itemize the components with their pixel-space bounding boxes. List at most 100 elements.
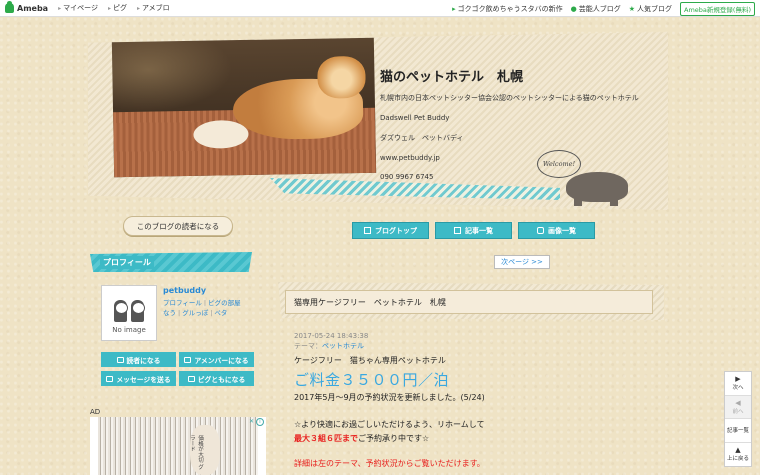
back-to-top-label: 上に戻る bbox=[726, 456, 749, 463]
amember-button[interactable]: アメンバーになる bbox=[179, 352, 254, 367]
peta-link[interactable]: ペタ bbox=[214, 309, 227, 317]
article-line-5: 詳細は左のテーマ、予約状況からご覧いただけます。 bbox=[294, 459, 485, 468]
header-text: 猫のペットホテル 札幌 札幌市内の日本ペットシッター協会公認のペットシッターによ… bbox=[380, 66, 660, 192]
prev-entry-button[interactable]: ◀ 前へ bbox=[725, 395, 751, 419]
photo-cat-head bbox=[317, 55, 366, 99]
star-icon: ★ bbox=[628, 5, 636, 13]
ameba-logo-icon bbox=[5, 1, 14, 13]
ameba-logo[interactable]: Ameba bbox=[5, 1, 49, 13]
article-line-4: 最大３組６匹までご予約承り中です☆ bbox=[294, 433, 714, 444]
separator: | bbox=[210, 309, 213, 317]
pigg-friend-label: ピグともになる bbox=[197, 375, 246, 384]
blog-nav-buttons: ブログトップ 記事一覧 画像一覧 bbox=[352, 222, 601, 239]
back-to-top-button[interactable]: ▲ 上に戻る bbox=[725, 443, 751, 466]
blog-title[interactable]: 猫のペットホテル 札幌 bbox=[380, 66, 660, 85]
article-line-2: 2017年5月〜9月の予約状況を更新しました。(5/24) bbox=[294, 393, 485, 402]
next-page-button[interactable]: 次ページ >> bbox=[494, 255, 550, 269]
theme-label: テーマ： bbox=[294, 342, 322, 350]
list-icon bbox=[454, 227, 461, 234]
ad-image-text: 価格が大切 グラード bbox=[189, 435, 203, 470]
page-tools: ▶ 次へ ◀ 前へ 記事一覧 ▲ 上に戻る bbox=[724, 371, 752, 467]
popular-blog-link[interactable]: ★ 人気ブログ bbox=[629, 4, 672, 14]
popular-blog-text: 人気ブログ bbox=[637, 5, 673, 13]
back-icon: ◀ bbox=[735, 398, 741, 407]
nav-pigg-link[interactable]: ピグ bbox=[108, 3, 127, 13]
entry-list-label: 記事一覧 bbox=[465, 226, 493, 235]
header-name-ja: ダズウェル ペットバディ bbox=[380, 134, 464, 142]
promo-text: ゴクゴク飲めちゃうスタバの新作 bbox=[457, 5, 563, 13]
article-price: ご料金３５００円／泊 bbox=[294, 371, 450, 389]
ameba-top-bar: Ameba マイページ ピグ アメブロ ▸ゴクゴク飲めちゃうスタバの新作 ●芸能… bbox=[0, 0, 760, 17]
article-line-4-red: 最大３組６匹まで bbox=[294, 434, 358, 443]
ad-image bbox=[98, 417, 258, 475]
hippo-illustration bbox=[566, 172, 628, 206]
become-reader-button[interactable]: このブログの読者になる bbox=[123, 216, 233, 236]
no-image-figures bbox=[112, 300, 146, 322]
entry-list-tool-button[interactable]: 記事一覧 bbox=[725, 419, 751, 443]
entry-list-tool-label: 記事一覧 bbox=[726, 428, 749, 435]
ad-banner[interactable]: 価格が大切 グラード ✕ i bbox=[90, 417, 266, 475]
send-message-button[interactable]: メッセージを送る bbox=[101, 371, 176, 386]
up-arrow-icon: ▲ bbox=[735, 446, 741, 455]
nav-ameblo-link[interactable]: アメブロ bbox=[137, 3, 170, 13]
pigg-icon bbox=[187, 375, 195, 382]
person-icon: ● bbox=[570, 5, 577, 13]
no-image-text: No image bbox=[112, 326, 146, 334]
celebrity-blog-link[interactable]: ● 芸能人ブログ bbox=[571, 4, 621, 14]
entry-list-button[interactable]: 記事一覧 bbox=[435, 222, 512, 239]
mail-icon bbox=[106, 375, 114, 382]
play-icon: ▶ bbox=[735, 375, 741, 384]
arrow-icon: ▸ bbox=[452, 5, 456, 13]
nav-mypage-link[interactable]: マイページ bbox=[58, 3, 98, 13]
header-name-en: Dadswell Pet Buddy bbox=[380, 114, 450, 122]
photo-light bbox=[111, 40, 234, 113]
ad-info-icon[interactable]: i bbox=[256, 418, 264, 426]
profile-heading: プロフィール bbox=[90, 252, 252, 272]
article-date: 2017-05-24 18:43:38 bbox=[294, 332, 369, 340]
image-list-button[interactable]: 画像一覧 bbox=[518, 222, 595, 239]
profile-avatar[interactable]: No image bbox=[101, 285, 157, 341]
next-entry-label: 次へ bbox=[732, 385, 744, 392]
separator: | bbox=[203, 299, 207, 307]
figure-icon bbox=[131, 300, 145, 322]
article-line-4-rest: ご予約承り中です☆ bbox=[358, 434, 430, 443]
next-entry-button[interactable]: ▶ 次へ bbox=[725, 372, 751, 396]
header-url: www.petbuddy.jp bbox=[380, 154, 440, 162]
profile-heading-text: プロフィール bbox=[100, 255, 154, 269]
ad-label: AD bbox=[90, 408, 101, 416]
image-list-label: 画像一覧 bbox=[548, 226, 576, 235]
article-body: ケージフリー 猫ちゃん専用ペットホテル ご料金３５００円／泊 2017年5月〜9… bbox=[294, 355, 714, 469]
header-cat-photo bbox=[111, 37, 377, 178]
profile-link[interactable]: プロフィール bbox=[163, 299, 202, 307]
separator: | bbox=[178, 309, 181, 317]
article-line-1: ケージフリー 猫ちゃん専用ペットホテル bbox=[294, 356, 446, 365]
pigg-friend-button[interactable]: ピグともになる bbox=[179, 371, 254, 386]
figure-icon bbox=[114, 300, 128, 322]
pigg-room-link[interactable]: ピグの部屋 bbox=[208, 299, 241, 307]
register-button[interactable]: Ameba新規登録(無料) bbox=[680, 2, 755, 16]
prev-entry-label: 前へ bbox=[732, 408, 744, 415]
now-link[interactable]: なう bbox=[163, 309, 176, 317]
article-meta: 2017-05-24 18:43:38 テーマ：ペットホテル bbox=[294, 331, 368, 351]
celebrity-blog-text: 芸能人ブログ bbox=[578, 5, 621, 13]
document-icon bbox=[364, 227, 371, 234]
logo-text: Ameba bbox=[17, 3, 49, 13]
promo-link[interactable]: ▸ ゴクゴク飲めちゃうスタバの新作 bbox=[452, 4, 563, 14]
theme-link[interactable]: ペットホテル bbox=[322, 342, 364, 350]
send-message-label: メッセージを送る bbox=[116, 375, 171, 384]
profile-links: プロフィール | ピグの部屋 なう | グルっぽ | ペタ bbox=[163, 298, 258, 318]
article-title[interactable]: 猫専用ケージフリー ペットホテル 札幌 bbox=[285, 290, 653, 314]
header-description: 札幌市内の日本ペットシッター協会公認のペットシッターによる猫のペットホテル bbox=[380, 94, 639, 102]
welcome-bubble: Welcome! bbox=[537, 150, 581, 178]
blog-top-button[interactable]: ブログトップ bbox=[352, 222, 429, 239]
blog-top-label: ブログトップ bbox=[375, 226, 417, 235]
profile-name[interactable]: petbuddy bbox=[163, 286, 206, 295]
ad-close-icon[interactable]: ✕ bbox=[249, 418, 254, 425]
group-link[interactable]: グルっぽ bbox=[182, 309, 208, 317]
profile-action-buttons: 読者になる アメンバーになる メッセージを送る ピグともになる bbox=[101, 352, 257, 390]
become-reader-side-button[interactable]: 読者になる bbox=[101, 352, 176, 367]
top-nav: マイページ ピグ アメブロ bbox=[58, 3, 180, 13]
top-right-links: ▸ ゴクゴク飲めちゃうスタバの新作 ● 芸能人ブログ ★ 人気ブログ Ameba新規登… bbox=[444, 2, 755, 16]
camera-icon bbox=[537, 227, 544, 234]
book-icon bbox=[116, 356, 124, 363]
